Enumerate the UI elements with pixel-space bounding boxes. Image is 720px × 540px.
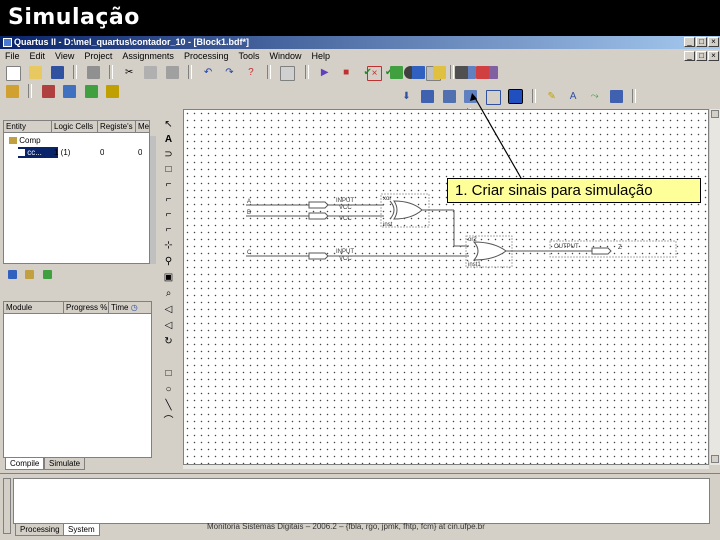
slide-footer: Monitoria Sistemas Digitais – 2006.2 – {… [207, 522, 485, 531]
callout-arrow [470, 93, 522, 179]
callout-label: 1. Criar sinais para simulação [447, 178, 701, 203]
